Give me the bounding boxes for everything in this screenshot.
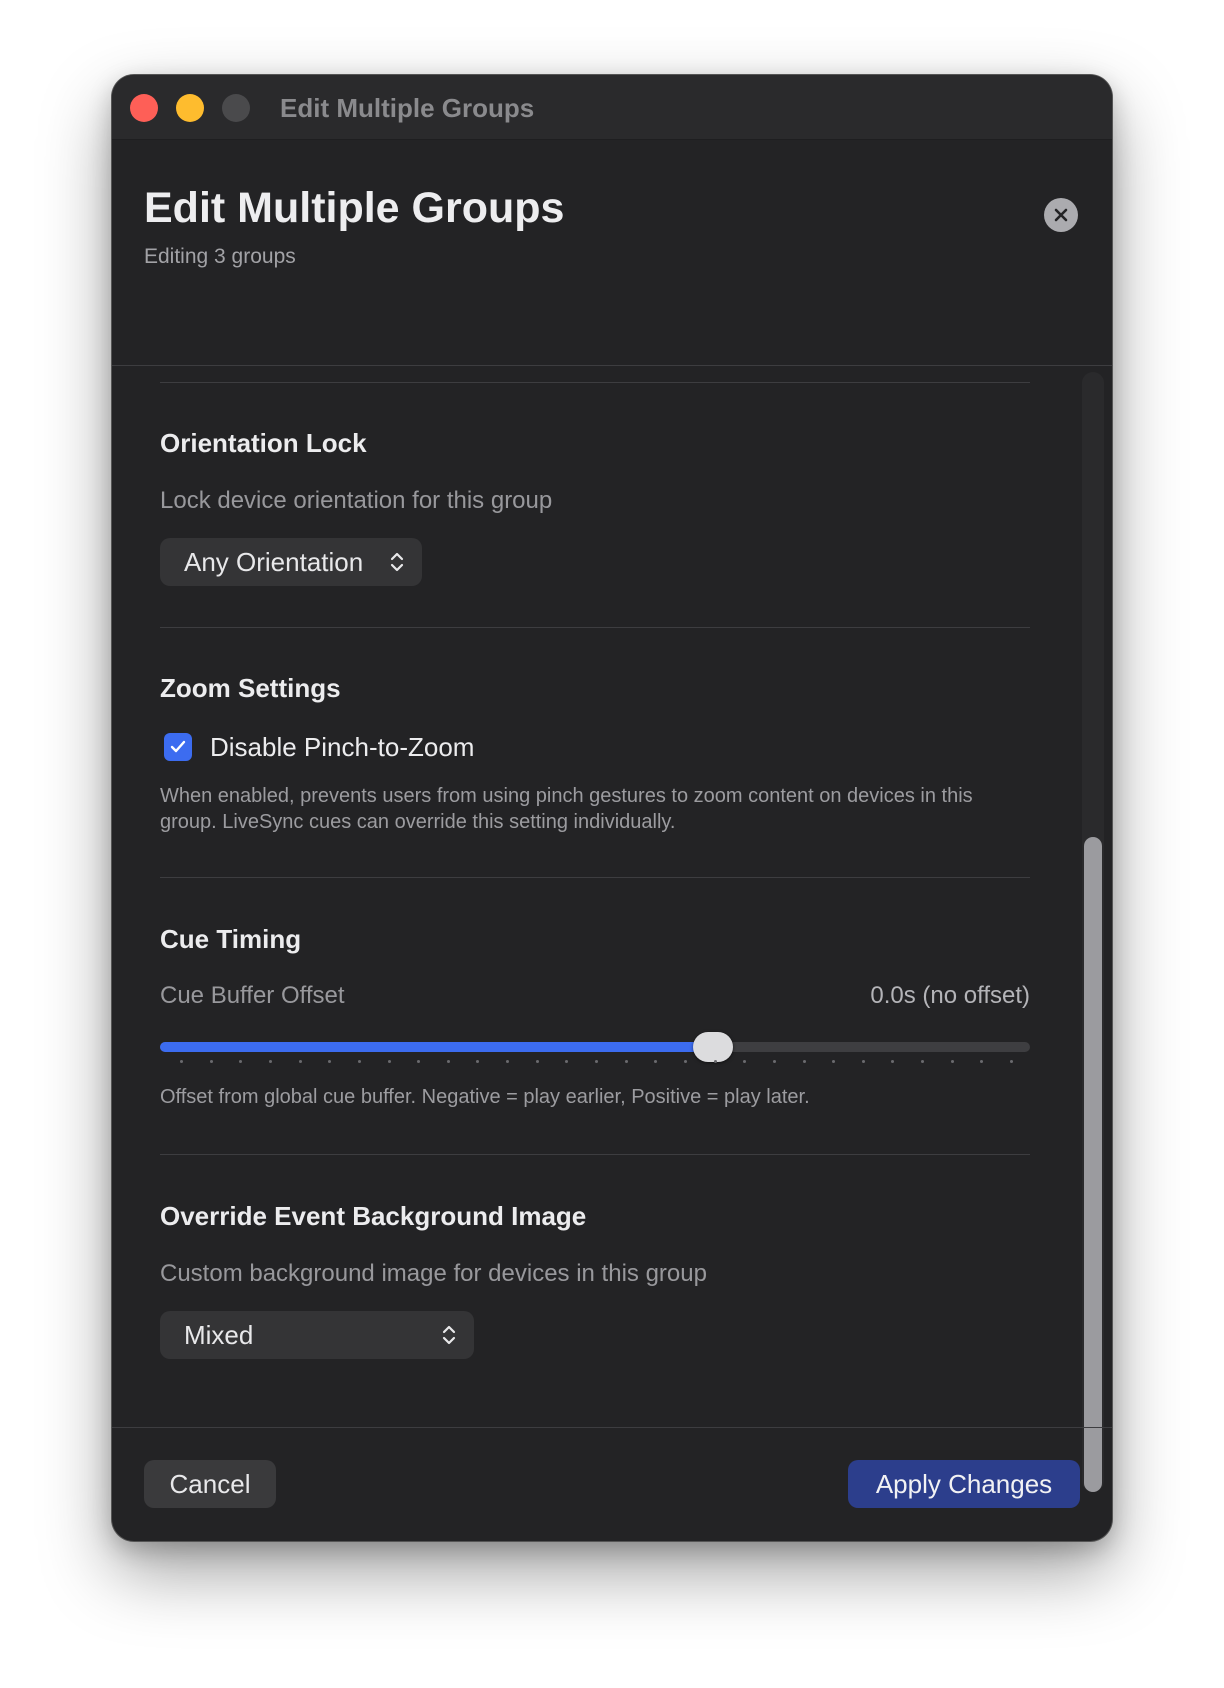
orientation-lock-heading: Orientation Lock bbox=[160, 428, 367, 458]
slider-tick bbox=[980, 1060, 984, 1063]
orientation-lock-description: Lock device orientation for this group bbox=[160, 487, 553, 514]
slider-tick bbox=[180, 1060, 183, 1063]
cue-buffer-offset-label: Cue Buffer Offset bbox=[160, 982, 345, 1009]
zoom-settings-heading: Zoom Settings bbox=[160, 673, 341, 703]
slider-tick bbox=[950, 1060, 954, 1063]
slider-tick bbox=[713, 1060, 717, 1063]
chevron-up-down-icon bbox=[442, 1325, 456, 1345]
slider-tick bbox=[624, 1060, 628, 1063]
slider-tick bbox=[298, 1060, 302, 1063]
slider-tick bbox=[506, 1060, 510, 1063]
page-subtitle: Editing 3 groups bbox=[144, 245, 296, 268]
slider-tick bbox=[891, 1060, 895, 1063]
slider-tick bbox=[743, 1060, 747, 1063]
orientation-select[interactable]: Any Orientation bbox=[160, 538, 422, 586]
window-title: Edit Multiple Groups bbox=[280, 93, 535, 123]
background-image-select[interactable]: Mixed bbox=[160, 1311, 474, 1359]
slider-tick bbox=[328, 1060, 332, 1063]
page-title: Edit Multiple Groups bbox=[144, 184, 565, 232]
zoom-help-text: When enabled, prevents users from using … bbox=[160, 785, 973, 833]
cue-buffer-offset-slider[interactable] bbox=[160, 1032, 1030, 1062]
slider-ticks bbox=[160, 1060, 1030, 1064]
slider-fill bbox=[160, 1042, 713, 1052]
slider-tick bbox=[802, 1060, 806, 1063]
slider-knob[interactable] bbox=[693, 1032, 733, 1062]
section-divider bbox=[160, 382, 1030, 383]
checkmark-icon bbox=[170, 740, 186, 753]
slider-tick bbox=[268, 1060, 272, 1063]
apply-changes-button[interactable]: Apply Changes bbox=[848, 1460, 1080, 1508]
slider-tick bbox=[595, 1060, 598, 1063]
orientation-select-value: Any Orientation bbox=[184, 547, 364, 577]
slider-tick bbox=[772, 1060, 776, 1063]
dialog-header: Edit Multiple Groups Editing 3 groups bbox=[112, 139, 1112, 366]
dialog-window: Edit Multiple Groups Edit Multiple Group… bbox=[112, 75, 1112, 1541]
slider-tick bbox=[565, 1060, 569, 1063]
slider-tick bbox=[683, 1060, 687, 1063]
slider-tick bbox=[832, 1060, 836, 1063]
slider-tick bbox=[446, 1060, 450, 1063]
slider-tick bbox=[654, 1060, 658, 1063]
slider-tick bbox=[861, 1060, 865, 1063]
disable-pinch-zoom-label[interactable]: Disable Pinch-to-Zoom bbox=[210, 731, 474, 763]
slider-tick bbox=[387, 1060, 391, 1063]
close-icon bbox=[1054, 208, 1068, 222]
slider-tick bbox=[921, 1060, 925, 1063]
slider-tick bbox=[476, 1060, 480, 1063]
cue-timing-heading: Cue Timing bbox=[160, 924, 302, 954]
section-divider bbox=[160, 627, 1030, 628]
section-divider bbox=[160, 877, 1030, 878]
chevron-up-down-icon bbox=[390, 552, 404, 572]
slider-tick bbox=[417, 1060, 421, 1063]
cue-buffer-offset-value: 0.0s (no offset) bbox=[870, 982, 1030, 1009]
slider-tick bbox=[209, 1060, 213, 1063]
slider-tick bbox=[1010, 1060, 1013, 1063]
scrollbar-thumb[interactable] bbox=[1084, 837, 1102, 1492]
section-divider bbox=[160, 1154, 1030, 1155]
settings-scroll-area[interactable]: Orientation Lock Lock device orientation… bbox=[112, 366, 1112, 1501]
background-image-description: Custom background image for devices in t… bbox=[160, 1260, 707, 1287]
slider-tick bbox=[239, 1060, 243, 1063]
slider-tick bbox=[357, 1060, 361, 1063]
cancel-button[interactable]: Cancel bbox=[144, 1460, 276, 1508]
window-close-button[interactable] bbox=[130, 94, 158, 122]
background-image-select-value: Mixed bbox=[184, 1320, 254, 1350]
close-dialog-button[interactable] bbox=[1044, 198, 1078, 232]
disable-pinch-zoom-checkbox[interactable] bbox=[164, 733, 192, 761]
window-zoom-button[interactable] bbox=[222, 94, 250, 122]
title-bar: Edit Multiple Groups bbox=[112, 75, 1112, 140]
background-image-heading: Override Event Background Image bbox=[160, 1201, 587, 1231]
vertical-scrollbar[interactable] bbox=[1082, 372, 1104, 1492]
slider-tick bbox=[535, 1060, 539, 1063]
window-minimize-button[interactable] bbox=[176, 94, 204, 122]
cue-timing-help-text: Offset from global cue buffer. Negative … bbox=[160, 1086, 810, 1108]
footer-divider bbox=[112, 1427, 1112, 1428]
